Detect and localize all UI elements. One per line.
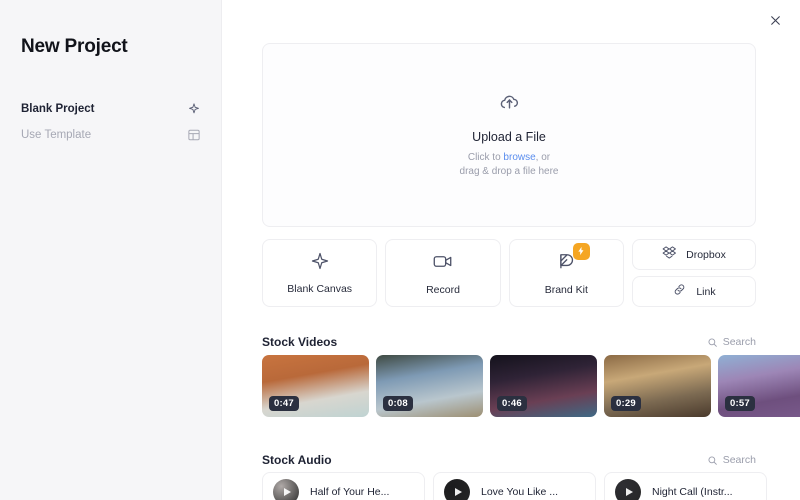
cloud-upload-icon (498, 91, 521, 119)
play-icon (284, 488, 291, 496)
dropzone-sub-prefix: Click to (468, 152, 504, 163)
integration-label: Dropbox (686, 249, 726, 261)
sparkle-icon (187, 102, 201, 116)
sidebar-nav: Blank Project Use Template (0, 96, 222, 148)
stock-audio-search-button[interactable]: Search (707, 454, 756, 466)
video-duration-badge: 0:47 (269, 396, 299, 411)
brand-kit-pro-badge (573, 243, 590, 260)
video-duration-badge: 0:29 (611, 396, 641, 411)
audio-cover-thumbnail (444, 479, 470, 500)
video-camera-icon (432, 251, 453, 277)
stock-videos-strip: 0:47 0:08 0:46 0:29 0:57 (262, 355, 766, 417)
stock-video-card[interactable]: 0:08 (376, 355, 483, 417)
upload-dropzone[interactable]: Upload a File Click to browse, or drag &… (262, 43, 756, 227)
stock-audio-card[interactable]: Half of Your He... (262, 472, 425, 500)
search-label: Search (723, 336, 756, 348)
main-panel: Upload a File Click to browse, or drag &… (222, 0, 800, 500)
audio-track-name: Love You Like ... (481, 486, 558, 498)
stock-video-card[interactable]: 0:46 (490, 355, 597, 417)
page-title: New Project (21, 36, 128, 58)
search-label: Search (723, 454, 756, 466)
sidebar-item-label: Blank Project (21, 103, 95, 115)
dropbox-icon (662, 245, 677, 265)
audio-cover-thumbnail (615, 479, 641, 500)
audio-track-name: Night Call (Instr... (652, 486, 733, 498)
new-project-modal: New Project Blank Project Use Template (0, 0, 800, 500)
integration-label: Link (696, 286, 715, 298)
stock-video-card[interactable]: 0:57 (718, 355, 800, 417)
sidebar-item-blank-project[interactable]: Blank Project (0, 96, 222, 122)
sidebar-item-label: Use Template (21, 129, 91, 141)
dropzone-title: Upload a File (472, 130, 546, 144)
audio-track-name: Half of Your He... (310, 486, 389, 498)
close-icon[interactable] (763, 8, 787, 32)
stock-audio-header: Stock Audio Search (262, 451, 756, 469)
brand-kit-button[interactable]: Brand Kit (509, 239, 624, 307)
stock-videos-search-button[interactable]: Search (707, 336, 756, 348)
audio-cover-thumbnail (273, 479, 299, 500)
dropzone-subtitle: Click to browse, or drag & drop a file h… (460, 151, 559, 179)
video-duration-badge: 0:08 (383, 396, 413, 411)
search-icon (707, 455, 718, 466)
record-button[interactable]: Record (385, 239, 500, 307)
sidebar: New Project Blank Project Use Template (0, 0, 222, 500)
blank-canvas-button[interactable]: Blank Canvas (262, 239, 377, 307)
action-cards-row: Blank Canvas Record (262, 239, 756, 307)
stock-audio-strip: Half of Your He... Love You Like ... Night… (262, 472, 766, 500)
play-icon (455, 488, 462, 496)
action-label: Record (426, 284, 460, 296)
video-duration-badge: 0:46 (497, 396, 527, 411)
browse-link[interactable]: browse (503, 152, 535, 163)
stock-videos-header: Stock Videos Search (262, 333, 756, 351)
link-chain-icon (672, 282, 687, 302)
play-icon (626, 488, 633, 496)
link-button[interactable]: Link (632, 276, 756, 307)
sparkle-icon (310, 251, 330, 276)
action-label: Blank Canvas (287, 283, 352, 295)
action-label: Brand Kit (545, 284, 588, 296)
sidebar-item-use-template[interactable]: Use Template (0, 122, 222, 148)
stock-audio-card[interactable]: Night Call (Instr... (604, 472, 767, 500)
integration-buttons: Dropbox Link (632, 239, 756, 307)
search-icon (707, 337, 718, 348)
dropbox-button[interactable]: Dropbox (632, 239, 756, 270)
stock-audio-card[interactable]: Love You Like ... (433, 472, 596, 500)
dropzone-sub-line2: drag & drop a file here (460, 166, 559, 177)
section-title: Stock Videos (262, 335, 337, 349)
stock-video-card[interactable]: 0:47 (262, 355, 369, 417)
template-layout-icon (187, 128, 201, 142)
brand-palette-icon (556, 251, 577, 277)
video-duration-badge: 0:57 (725, 396, 755, 411)
stock-video-card[interactable]: 0:29 (604, 355, 711, 417)
dropzone-sub-suffix: , or (536, 152, 550, 163)
section-title: Stock Audio (262, 453, 332, 467)
